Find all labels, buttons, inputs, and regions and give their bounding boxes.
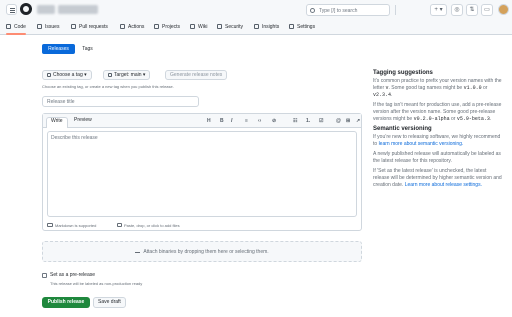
choose-tag-button[interactable]: Choose a tag ▾: [42, 70, 92, 80]
link-icon[interactable]: ⊘: [272, 118, 276, 124]
search-input[interactable]: Type [/] to search: [306, 4, 390, 16]
save-draft-button[interactable]: Save draft: [93, 297, 126, 308]
repo-nav: Code Issues Pull requests Actions Projec…: [0, 20, 512, 35]
generate-notes-button[interactable]: Generate release notes: [165, 70, 228, 80]
actions-icon: [120, 24, 125, 29]
release-description-input[interactable]: Describe this release: [47, 131, 357, 217]
breadcrumb-owner[interactable]: [37, 5, 55, 14]
latest-label-paragraph: A newly published release will automatic…: [373, 151, 501, 164]
releases-tab[interactable]: Releases: [42, 44, 75, 54]
gear-icon: [289, 24, 294, 29]
tags-tab[interactable]: Tags: [76, 44, 99, 54]
release-body-editor: Write Preview H B I ≡ ‹› ⊘ ☷ 1. ☑ @ ⊞ ↗ …: [42, 113, 362, 231]
image-icon: [117, 223, 122, 227]
avatar[interactable]: [498, 4, 509, 15]
wiki-icon: [190, 24, 195, 29]
bold-icon[interactable]: B: [220, 118, 224, 124]
attach-icon[interactable]: ⊞: [346, 118, 350, 124]
heading-icon[interactable]: H: [207, 118, 211, 124]
task-list-icon[interactable]: ☑: [319, 118, 323, 124]
tab-insights[interactable]: Insights: [254, 24, 279, 30]
prerelease-checkbox[interactable]: [42, 273, 47, 278]
github-logo-icon[interactable]: [20, 3, 32, 15]
attach-binaries-dropzone[interactable]: Attach binaries by dropping them here or…: [42, 241, 362, 262]
code-icon: [6, 24, 11, 29]
markdown-supported-link[interactable]: Markdown is supported: [47, 223, 96, 228]
tag-icon: [47, 73, 51, 77]
prerelease-label[interactable]: Set as a pre-release: [50, 272, 95, 278]
preview-tab[interactable]: Preview: [70, 117, 96, 124]
quote-icon[interactable]: ≡: [245, 118, 248, 124]
unordered-list-icon[interactable]: ☷: [293, 118, 297, 124]
header-divider: [395, 5, 396, 15]
italic-icon[interactable]: I: [231, 118, 232, 124]
global-header: Type [/] to search + ▾ ◎ ⇅ ▭: [0, 0, 512, 20]
shield-icon: [217, 24, 222, 29]
release-title-input[interactable]: Release title: [42, 96, 199, 107]
latest-release-paragraph: If 'Set as the latest release' is unchec…: [373, 168, 502, 188]
reference-icon[interactable]: ↗: [356, 118, 360, 124]
tagging-suggestions-heading: Tagging suggestions: [373, 70, 433, 76]
tagging-paragraph-1: It’s common practice to prefix your vers…: [373, 78, 502, 98]
issue-icon: [37, 24, 42, 29]
inbox-icon[interactable]: ▭: [481, 4, 493, 16]
code-icon[interactable]: ‹›: [258, 118, 261, 124]
release-settings-link[interactable]: Learn more about release settings.: [405, 182, 482, 188]
search-icon: [310, 8, 315, 13]
markdown-icon: [47, 223, 53, 227]
tab-settings[interactable]: Settings: [289, 24, 315, 30]
projects-icon: [154, 24, 159, 29]
editor-header: Write Preview H B I ≡ ‹› ⊘ ☷ 1. ☑ @ ⊞ ↗: [43, 114, 361, 128]
menu-icon[interactable]: [6, 4, 17, 15]
mention-icon[interactable]: @: [336, 118, 341, 124]
branch-icon: [108, 73, 112, 77]
tagging-paragraph-2: If the tag isn’t meant for production us…: [373, 102, 502, 122]
semantic-versioning-heading: Semantic versioning: [373, 126, 432, 132]
semver-link[interactable]: learn more about semantic versioning.: [379, 141, 464, 147]
pull-request-icon: [71, 24, 76, 29]
issues-icon[interactable]: ◎: [451, 4, 463, 16]
download-icon: [135, 248, 141, 253]
tag-hint: Choose an existing tag, or create a new …: [42, 84, 174, 89]
tab-issues[interactable]: Issues: [37, 24, 59, 30]
tab-actions[interactable]: Actions: [120, 24, 144, 30]
semver-paragraph: If you’re new to releasing software, we …: [373, 134, 501, 147]
editor-footer: Markdown is supported Paste, drop, or cl…: [43, 220, 361, 231]
tab-wiki[interactable]: Wiki: [190, 24, 207, 30]
target-branch-button[interactable]: Target: main ▾: [103, 70, 151, 80]
prerelease-hint: This release will be labeled as non-prod…: [50, 281, 143, 286]
publish-release-button[interactable]: Publish release: [42, 297, 90, 308]
breadcrumb-repo[interactable]: [58, 5, 98, 14]
tab-code[interactable]: Code: [6, 24, 26, 35]
tab-pull-requests[interactable]: Pull requests: [71, 24, 108, 30]
attach-files-button[interactable]: Paste, drop, or click to add files: [117, 223, 180, 228]
pull-requests-icon[interactable]: ⇅: [466, 4, 478, 16]
tab-security[interactable]: Security: [217, 24, 243, 30]
graph-icon: [254, 24, 259, 29]
tab-projects[interactable]: Projects: [154, 24, 180, 30]
create-new-button[interactable]: + ▾: [430, 4, 447, 16]
ordered-list-icon[interactable]: 1.: [306, 118, 310, 124]
release-help-sidebar: Tagging suggestions It’s common practice…: [373, 70, 503, 192]
write-tab[interactable]: Write: [46, 117, 68, 128]
